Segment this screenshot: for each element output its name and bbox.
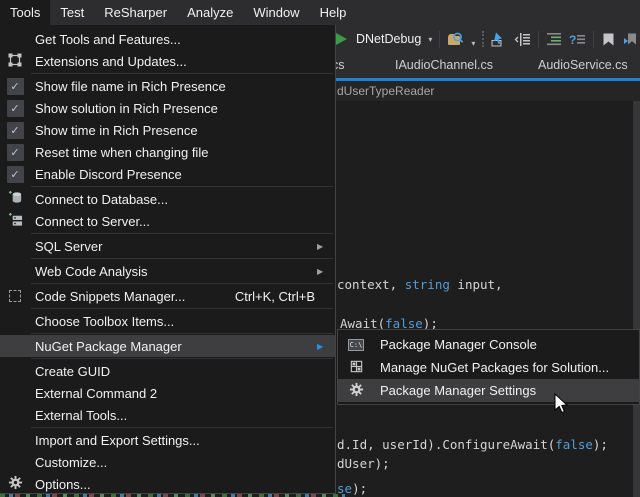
checkmark-icon: ✓ (7, 122, 24, 139)
toolbar-separator (593, 31, 594, 48)
checkmark-icon: ✓ (7, 78, 24, 95)
menubar-item-resharper[interactable]: ReSharper (94, 0, 177, 25)
menu-item-package-manager-console[interactable]: C:\ Package Manager Console (338, 333, 639, 356)
menu-separator (31, 308, 333, 309)
gear-icon (349, 382, 364, 400)
menu-item-connect-to-server[interactable]: Connect to Server... (0, 210, 335, 232)
menu-item-enable-discord-presence[interactable]: ✓Enable Discord Presence (0, 163, 335, 185)
nuget-package-manager-submenu: C:\ Package Manager Console Manage NuGet… (337, 329, 640, 405)
menu-item-sql-server[interactable]: SQL Server▶ (0, 235, 335, 257)
menubar-item-test[interactable]: Test (50, 0, 94, 25)
tools-menu-dropdown: Get Tools and Features... Extensions and… (0, 25, 336, 494)
tab-audioservice[interactable]: AudioService.cs (538, 53, 628, 78)
comment-help-icon[interactable]: ? (569, 32, 586, 47)
menu-item-extensions-and-updates[interactable]: Extensions and Updates... (0, 50, 335, 72)
toolbar-grip-icon[interactable] (482, 31, 484, 47)
tab-iaudiochannel[interactable]: IAudioChannel.cs (395, 53, 493, 78)
run-icon[interactable] (336, 33, 347, 45)
console-icon: C:\ (348, 339, 364, 351)
toolbar-separator (439, 31, 440, 48)
breadcrumb-type-name[interactable]: dUserTypeReader (337, 81, 434, 101)
menu-item-show-time[interactable]: ✓Show time in Rich Presence (0, 119, 335, 141)
gear-icon (8, 475, 23, 493)
menu-item-connect-to-database[interactable]: Connect to Database... (0, 188, 335, 210)
format-indent-icon[interactable] (546, 32, 562, 46)
menu-separator (31, 73, 333, 74)
submenu-arrow-icon: ▶ (317, 267, 335, 276)
menu-separator (31, 283, 333, 284)
code-line: context, string input, (337, 278, 503, 292)
code-line: d.Id, userId).ConfigureAwait(false); (337, 438, 608, 452)
menu-bar: Tools Test ReSharper Analyze Window Help (0, 0, 640, 25)
menu-item-options[interactable]: Options... (0, 473, 335, 495)
menu-item-manage-nuget-packages[interactable]: Manage NuGet Packages for Solution... (338, 356, 639, 379)
menu-item-customize[interactable]: Customize... (0, 451, 335, 473)
menubar-item-window[interactable]: Window (243, 0, 309, 25)
run-target-label[interactable]: DNetDebug (354, 32, 421, 46)
find-options-dropdown-icon[interactable]: ▾ (471, 39, 475, 48)
menu-item-import-export-settings[interactable]: Import and Export Settings... (0, 429, 335, 451)
menu-item-package-manager-settings[interactable]: Package Manager Settings (338, 379, 639, 402)
menu-separator (31, 333, 333, 334)
mouse-cursor (554, 393, 570, 420)
run-target-dropdown-icon[interactable]: ▾ (428, 35, 432, 44)
navigate-to-icon[interactable] (491, 32, 507, 47)
menu-item-external-tools[interactable]: External Tools... (0, 404, 335, 426)
bookmark-icon[interactable] (601, 32, 616, 47)
view-code-lines-icon[interactable] (514, 32, 531, 47)
bookmark-next-icon[interactable] (623, 32, 638, 47)
menu-separator (31, 233, 333, 234)
database-icon (8, 190, 23, 208)
submenu-arrow-icon: ▶ (317, 342, 335, 351)
toolbar-separator (538, 31, 539, 48)
find-in-files-icon[interactable] (447, 31, 464, 47)
menu-separator (31, 358, 333, 359)
nuget-package-icon (349, 359, 364, 377)
menu-item-create-guid[interactable]: Create GUID (0, 360, 335, 382)
menu-separator (31, 258, 333, 259)
menu-item-choose-toolbox-items[interactable]: Choose Toolbox Items... (0, 310, 335, 332)
menu-item-nuget-package-manager[interactable]: NuGet Package Manager▶ (0, 335, 335, 357)
menu-item-get-tools-and-features[interactable]: Get Tools and Features... (0, 28, 335, 50)
extensions-icon (7, 52, 23, 71)
menu-shortcut: Ctrl+K, Ctrl+B (235, 289, 315, 304)
code-line: dUser); (337, 457, 390, 471)
menu-separator (31, 186, 333, 187)
svg-text:?: ? (569, 33, 576, 47)
menu-item-reset-time[interactable]: ✓Reset time when changing file (0, 141, 335, 163)
menubar-item-help[interactable]: Help (310, 0, 357, 25)
menu-item-code-snippets-manager[interactable]: Code Snippets Manager... Ctrl+K, Ctrl+B (0, 285, 335, 307)
submenu-arrow-icon: ▶ (317, 242, 335, 251)
menu-item-show-solution[interactable]: ✓Show solution in Rich Presence (0, 97, 335, 119)
server-icon (8, 212, 23, 230)
checkmark-icon: ✓ (7, 166, 24, 183)
checkmark-icon: ✓ (7, 144, 24, 161)
menu-item-external-command-2[interactable]: External Command 2 (0, 382, 335, 404)
checkmark-icon: ✓ (7, 100, 24, 117)
menu-item-web-code-analysis[interactable]: Web Code Analysis▶ (0, 260, 335, 282)
menu-separator (31, 427, 333, 428)
code-snippets-icon (9, 290, 21, 302)
menu-item-show-file-name[interactable]: ✓Show file name in Rich Presence (0, 75, 335, 97)
menubar-item-analyze[interactable]: Analyze (177, 0, 243, 25)
menubar-item-tools[interactable]: Tools (0, 0, 50, 25)
editor-scrollbar[interactable] (633, 101, 640, 497)
